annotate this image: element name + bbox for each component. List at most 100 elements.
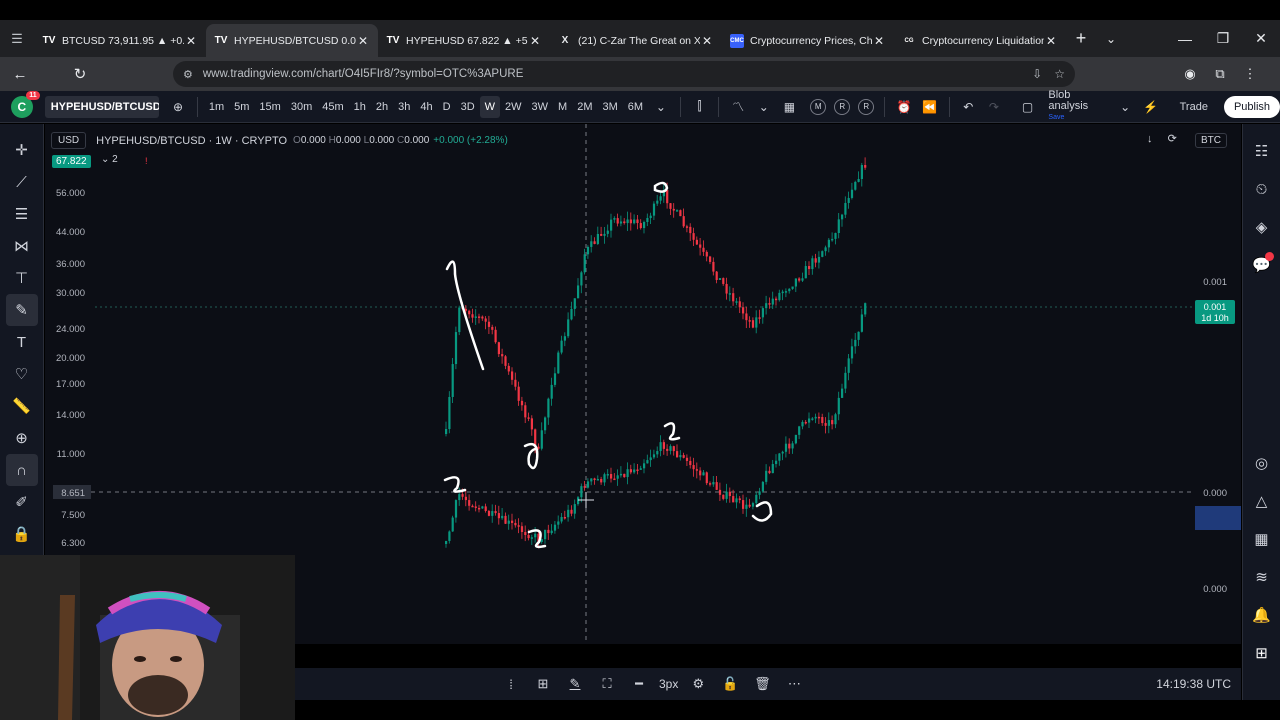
indicators-toggle[interactable]: ⌄ 2: [101, 154, 118, 165]
browser-tab[interactable]: CMC Cryptocurrency Prices, Charts ✕: [722, 24, 894, 57]
sync-scale-icon[interactable]: ⟳: [1168, 133, 1177, 145]
close-tab-icon[interactable]: ✕: [700, 34, 714, 48]
close-tab-icon[interactable]: ✕: [356, 34, 370, 48]
timeframe-2M[interactable]: 2M: [572, 96, 597, 118]
ideas-icon[interactable]: △: [1247, 482, 1277, 520]
timeframe-15m[interactable]: 15m: [254, 96, 285, 118]
close-window-icon[interactable]: ✕: [1242, 30, 1280, 47]
object-tree-icon[interactable]: ◈: [1247, 208, 1277, 246]
scroll-to-latest-icon[interactable]: ↓: [1147, 133, 1153, 145]
timeframe-1m[interactable]: 1m: [204, 96, 229, 118]
alerts-clock-icon[interactable]: ⏲: [1247, 170, 1277, 208]
back-arrow-icon[interactable]: ←: [5, 66, 35, 83]
calendar-icon[interactable]: ▦: [1247, 520, 1277, 558]
timeframe-5m[interactable]: 5m: [229, 96, 254, 118]
reload-icon[interactable]: ↻: [65, 65, 95, 83]
settings-icon[interactable]: ⚙: [682, 676, 714, 692]
site-info-icon[interactable]: ⚙: [183, 68, 193, 81]
timeframe-dropdown-icon[interactable]: ⌄: [648, 100, 674, 114]
fill-color-icon[interactable]: ⛶: [591, 676, 623, 692]
publish-button[interactable]: Publish: [1223, 95, 1280, 118]
currency-selector[interactable]: USD: [51, 132, 87, 149]
browser-tab[interactable]: TV BTCUSD 73,911.95 ▲ +0.73% ✕: [34, 24, 206, 57]
more-options-icon[interactable]: ⋯: [778, 676, 810, 692]
right-scale-currency[interactable]: BTC: [1195, 133, 1227, 148]
lock-drawings-icon[interactable]: 🔒: [6, 518, 38, 550]
timeframe-D[interactable]: D: [438, 96, 456, 118]
timeframe-2h[interactable]: 2h: [371, 96, 393, 118]
user-avatar-icon[interactable]: C 11: [11, 90, 40, 118]
compare-symbol-icon[interactable]: ⊕: [165, 100, 191, 114]
timeframe-3M[interactable]: 3M: [598, 96, 623, 118]
trade-button[interactable]: Trade: [1172, 96, 1216, 118]
minimize-window-icon[interactable]: —: [1166, 31, 1204, 47]
timeframe-2W[interactable]: 2W: [500, 96, 527, 118]
restore-window-icon[interactable]: ❐: [1204, 30, 1242, 47]
close-tab-icon[interactable]: ✕: [528, 34, 542, 48]
pattern-icon[interactable]: ⋈: [6, 230, 38, 262]
trend-line-icon[interactable]: ⟋: [6, 166, 38, 198]
url-omnibox[interactable]: ⚙ www.tradingview.com/chart/O4I5FIr8/?sy…: [173, 61, 1075, 87]
magnet-icon[interactable]: ∩: [5, 454, 38, 486]
browser-tab[interactable]: X (21) C-Zar The Great on X: " ✕: [550, 24, 722, 57]
profile-icon[interactable]: ◉: [1175, 66, 1205, 82]
drawing-badge-0[interactable]: M: [810, 98, 827, 115]
timeframe-3D[interactable]: 3D: [456, 96, 480, 118]
favorites-heart-icon[interactable]: ♡: [6, 358, 38, 390]
undo-icon[interactable]: ↶: [955, 100, 981, 114]
drawing-badge-1[interactable]: R: [834, 98, 851, 115]
browser-tab-active[interactable]: TV HYPEHUSD/BTCUSD 0.001 ▲ ✕: [206, 24, 378, 57]
timeframe-30m[interactable]: 30m: [286, 96, 317, 118]
candles-style-icon[interactable]: ⫿: [687, 99, 713, 114]
lock-icon[interactable]: 🔓: [714, 676, 746, 692]
trash-icon[interactable]: 🗑: [746, 676, 778, 692]
drawing-badge-2[interactable]: R: [858, 98, 875, 115]
timeframe-6M[interactable]: 6M: [623, 96, 648, 118]
layout-grid-icon[interactable]: ▦: [777, 100, 803, 114]
replay-icon[interactable]: ⏪: [917, 100, 943, 114]
bookmark-star-icon[interactable]: ☆: [1054, 67, 1065, 81]
layout-name-button[interactable]: Blob analysis Save: [1048, 90, 1112, 123]
stroke-width-value[interactable]: 3px: [659, 677, 678, 691]
fib-retracement-icon[interactable]: ☰: [6, 198, 38, 230]
watchlist-icon[interactable]: ☷: [1247, 132, 1277, 170]
zoom-in-icon[interactable]: ⊕: [6, 422, 38, 454]
line-color-icon[interactable]: ✎: [559, 676, 591, 692]
install-app-icon[interactable]: ⇩: [1032, 67, 1042, 81]
prediction-icon[interactable]: ⊤: [6, 262, 38, 294]
alert-icon[interactable]: ⏰: [891, 100, 917, 114]
timeframe-45m[interactable]: 45m: [317, 96, 348, 118]
layout-dropdown-icon[interactable]: ⌄: [1112, 100, 1138, 114]
browser-tab[interactable]: TV HYPEHUSD 67.822 ▲ +5.31% ✕: [378, 24, 550, 57]
tab-list-chevron-icon[interactable]: ⌄: [1096, 32, 1126, 46]
timeframe-3h[interactable]: 3h: [393, 96, 415, 118]
timeframe-W[interactable]: W: [479, 95, 501, 118]
browser-tab[interactable]: CG Cryptocurrency Liquidation ✕: [894, 24, 1066, 57]
indicators-dropdown-icon[interactable]: ⌄: [751, 100, 777, 114]
target-icon[interactable]: ◎: [1247, 444, 1277, 482]
close-tab-icon[interactable]: ✕: [184, 34, 198, 48]
new-tab-plus-icon[interactable]: +: [1066, 28, 1096, 49]
browser-menu-icon[interactable]: ⋮: [1235, 66, 1265, 82]
notifications-bell-icon[interactable]: 🔔: [1247, 596, 1277, 634]
text-icon[interactable]: T: [6, 326, 38, 358]
drag-handle-icon[interactable]: ⁞: [495, 677, 527, 692]
quick-search-icon[interactable]: ⚡: [1138, 100, 1164, 114]
templates-icon[interactable]: ⊞: [527, 676, 559, 692]
timeframe-M[interactable]: M: [553, 96, 572, 118]
indicators-icon[interactable]: 〽: [725, 98, 751, 115]
timeframe-3W[interactable]: 3W: [527, 96, 554, 118]
line-width-icon[interactable]: ━: [623, 676, 655, 692]
timeframe-1h[interactable]: 1h: [349, 96, 371, 118]
utc-clock[interactable]: 14:19:38 UTC: [1156, 677, 1231, 691]
streams-icon[interactable]: ≋: [1247, 558, 1277, 596]
tab-search-menu-icon[interactable]: ☰: [0, 20, 34, 57]
timeframe-4h[interactable]: 4h: [415, 96, 437, 118]
brush-icon[interactable]: ✎: [5, 294, 38, 326]
crosshair-icon[interactable]: ✛: [6, 134, 38, 166]
chat-icon[interactable]: 💬: [1247, 246, 1277, 284]
close-tab-icon[interactable]: ✕: [872, 34, 886, 48]
apps-grid-icon[interactable]: ⊞: [1247, 634, 1277, 672]
ruler-icon[interactable]: 📏: [6, 390, 38, 422]
layout-square-icon[interactable]: ▢: [1015, 100, 1041, 114]
